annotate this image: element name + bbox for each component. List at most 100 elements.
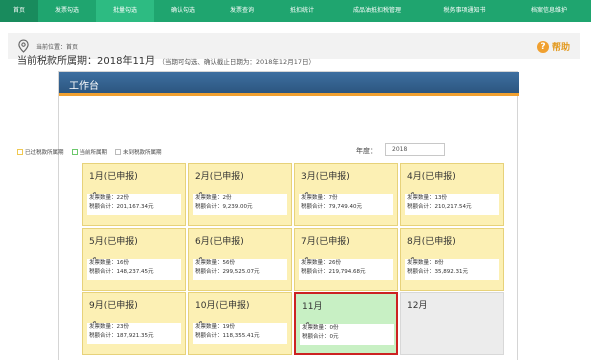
month-title: 4月(已申报)	[407, 172, 456, 182]
month-cell-6[interactable]: 6月(已申报) 发票数量：56份税额合计：299,525.07元	[188, 228, 292, 291]
month-title: 10月(已申报)	[195, 301, 250, 311]
legend-current-swatch	[71, 149, 78, 155]
month-cell-5[interactable]: 5月(已申报) 发票数量：16份税额合计：148,237.45元	[82, 228, 186, 291]
month-info: 发票数量：56份税额合计：299,525.07元	[193, 259, 287, 280]
month-title: 6月(已申报)	[195, 237, 244, 247]
invoice-count: 发票数量：8份	[407, 260, 444, 266]
month-info: 发票数量：0份 税额合计：0元	[300, 324, 394, 345]
month-info: 发票数量：2份税额合计：9,239.00元	[193, 194, 287, 215]
year-label: 年度：	[356, 147, 377, 155]
month-cell-7[interactable]: 7月(已申报) 发票数量：26份税额合计：219,794.68元	[294, 228, 398, 291]
nav-oil-tax[interactable]: 成品油抵扣税管理	[332, 0, 422, 22]
month-title: 5月(已申报)	[89, 237, 138, 247]
month-title: 8月(已申报)	[407, 237, 456, 247]
month-cell-10[interactable]: 10月(已申报) 发票数量：19份税额合计：118,355.41元	[188, 292, 292, 355]
panel-header: 工作台	[59, 72, 519, 96]
nav-home[interactable]: 首页	[0, 0, 38, 22]
nav-tax-notice[interactable]: 税务事项通知书	[422, 0, 507, 22]
month-title: 12月	[407, 301, 428, 311]
legend-future: 未到税款所属期	[115, 148, 162, 156]
invoice-count: 发票数量：0份	[302, 325, 339, 331]
current-period: 当前税款所属期：2018年11月 （当期可勾选、确认截止日期为：2018年12月…	[17, 52, 315, 67]
nav-invoice-select[interactable]: 发票勾选	[38, 0, 96, 22]
tax-total: 税额合计：148,237.45元	[89, 269, 154, 275]
tax-total: 税额合计：35,892.31元	[407, 269, 468, 275]
top-nav: 首页 发票勾选 批量勾选 确认勾选 发票查询 抵扣统计 成品油抵扣税管理 税务事…	[0, 0, 591, 22]
paperclip-icon	[89, 250, 97, 264]
legend-future-swatch	[115, 149, 122, 155]
month-cell-2[interactable]: 2月(已申报) 发票数量：2份税额合计：9,239.00元	[188, 163, 292, 226]
legend-past-swatch	[17, 149, 23, 155]
month-info: 发票数量：22份税额合计：201,167.34元	[87, 194, 181, 215]
paperclip-icon	[302, 315, 310, 329]
invoice-count: 发票数量：2份	[195, 195, 232, 201]
help-button[interactable]: ? 帮助	[536, 40, 570, 53]
month-cell-4[interactable]: 4月(已申报) 发票数量：13份税额合计：210,217.54元	[400, 163, 504, 226]
period-main: 当前税款所属期：2018年11月	[17, 56, 156, 67]
nav-invoice-query[interactable]: 发票查询	[212, 0, 272, 22]
invoice-count: 发票数量：22份	[89, 195, 129, 201]
month-info: 发票数量：19份税额合计：118,355.41元	[193, 323, 287, 344]
invoice-count: 发票数量：16份	[89, 260, 129, 266]
help-icon: ?	[536, 40, 549, 53]
nav-confirm-select[interactable]: 确认勾选	[154, 0, 212, 22]
month-info: 发票数量：7份税额合计：79,749.40元	[299, 194, 393, 215]
paperclip-icon	[301, 250, 309, 264]
month-info: 发票数量：23份税额合计：187,921.35元	[87, 323, 181, 344]
paperclip-icon	[301, 185, 309, 199]
legend-past-label: 已过税款所属期	[25, 150, 64, 156]
location-pin-icon	[18, 39, 29, 53]
month-cell-1[interactable]: 1月(已申报) 发票数量：22份税额合计：201,167.34元	[82, 163, 186, 226]
tax-total: 税额合计：187,921.35元	[89, 333, 154, 339]
paperclip-icon	[89, 314, 97, 328]
month-cell-12[interactable]: 12月	[400, 292, 504, 355]
month-cell-3[interactable]: 3月(已申报) 发票数量：7份税额合计：79,749.40元	[294, 163, 398, 226]
legend: 已过税款所属期 当前所属期 未到税款所属期	[17, 148, 170, 156]
legend-current: 当前所属期	[71, 148, 108, 156]
invoice-count: 发票数量：13份	[407, 195, 447, 201]
invoice-count: 发票数量：56份	[195, 260, 235, 266]
paperclip-icon	[407, 185, 415, 199]
legend-current-label: 当前所属期	[79, 150, 108, 156]
tax-total: 税额合计：210,217.54元	[407, 204, 472, 210]
month-info: 发票数量：26份税额合计：219,794.68元	[299, 259, 393, 280]
period-deadline: （当期可勾选、确认截止日期为：2018年12月17日）	[158, 58, 315, 66]
breadcrumb: 当前位置：首页	[36, 44, 79, 51]
month-cell-11[interactable]: 11月发票数量：0份 税额合计：0元	[294, 292, 398, 355]
tax-total: 税额合计：79,749.40元	[301, 204, 362, 210]
year-select[interactable]: 2018	[385, 143, 445, 156]
month-info: 发票数量：16份税额合计：148,237.45元	[87, 259, 181, 280]
month-title: 11月	[302, 302, 323, 312]
invoice-count: 发票数量：7份	[301, 195, 338, 201]
paperclip-icon	[89, 185, 97, 199]
help-label: 帮助	[551, 43, 570, 53]
month-cell-9[interactable]: 9月(已申报) 发票数量：23份税额合计：187,921.35元	[82, 292, 186, 355]
month-title: 3月(已申报)	[301, 172, 350, 182]
month-title: 1月(已申报)	[89, 172, 138, 182]
paperclip-icon	[407, 250, 415, 264]
legend-past: 已过税款所属期	[17, 148, 64, 156]
month-title: 2月(已申报)	[195, 172, 244, 182]
month-info: 发票数量：13份税额合计：210,217.54元	[405, 194, 499, 215]
month-cell-8[interactable]: 8月(已申报) 发票数量：8份税额合计：35,892.31元	[400, 228, 504, 291]
nav-archive[interactable]: 档案信息维护	[507, 0, 591, 22]
legend-future-label: 未到税款所属期	[123, 150, 162, 156]
invoice-count: 发票数量：19份	[195, 324, 235, 330]
month-title: 7月(已申报)	[301, 237, 350, 247]
tax-total: 税额合计：201,167.34元	[89, 204, 154, 210]
month-info: 发票数量：8份税额合计：35,892.31元	[405, 259, 499, 280]
tax-total: 税额合计：118,355.41元	[195, 333, 260, 339]
paperclip-icon	[195, 185, 203, 199]
paperclip-icon	[195, 250, 203, 264]
tax-total: 税额合计：299,525.07元	[195, 269, 260, 275]
nav-deduction-stats[interactable]: 抵扣统计	[272, 0, 332, 22]
tax-total: 税额合计：9,239.00元	[195, 204, 253, 210]
month-title: 9月(已申报)	[89, 301, 138, 311]
invoice-count: 发票数量：26份	[301, 260, 341, 266]
invoice-count: 发票数量：23份	[89, 324, 129, 330]
panel-title: 工作台	[69, 81, 99, 92]
nav-batch-select[interactable]: 批量勾选	[96, 0, 154, 22]
tax-total: 税额合计：0元	[302, 334, 339, 340]
paperclip-icon	[195, 314, 203, 328]
tax-total: 税额合计：219,794.68元	[301, 269, 366, 275]
